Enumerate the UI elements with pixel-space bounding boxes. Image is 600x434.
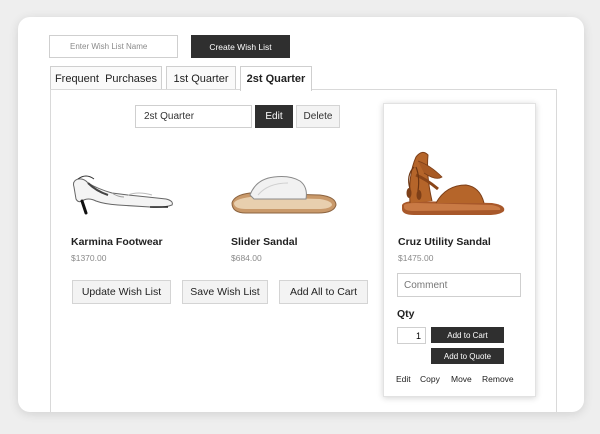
wishlist-name-input[interactable]: [49, 35, 178, 58]
product-name[interactable]: Karmina Footwear: [71, 236, 163, 248]
comment-field[interactable]: [397, 273, 521, 297]
remove-link[interactable]: Remove: [482, 374, 514, 384]
product-image-slider-sandal[interactable]: [228, 169, 340, 217]
product-price: $1370.00: [71, 253, 107, 263]
product-price: $684.00: [231, 253, 262, 263]
add-to-quote-button[interactable]: Add to Quote: [431, 348, 504, 364]
create-wishlist-button[interactable]: Create Wish List: [191, 35, 290, 58]
add-all-to-cart-button[interactable]: Add All to Cart: [279, 280, 368, 304]
tab-2st-quarter[interactable]: 2st Quarter: [240, 66, 312, 91]
move-link[interactable]: Move: [451, 374, 472, 384]
add-to-cart-button[interactable]: Add to Cart: [431, 327, 504, 343]
tab-1st-quarter[interactable]: 1st Quarter: [166, 66, 236, 90]
product-image-karmina-footwear[interactable]: [68, 167, 180, 215]
update-wishlist-button[interactable]: Update Wish List: [72, 280, 171, 304]
edit-link[interactable]: Edit: [396, 374, 411, 384]
tab-frequent-purchases[interactable]: Frequent Purchases: [50, 66, 162, 90]
featured-product-price: $1475.00: [398, 253, 434, 263]
product-name[interactable]: Slider Sandal: [231, 236, 298, 248]
edit-list-button[interactable]: Edit: [255, 105, 293, 128]
wishlist-card: Create Wish List Frequent Purchases 1st …: [18, 17, 584, 412]
qty-input[interactable]: [397, 327, 426, 344]
qty-label: Qty: [397, 308, 415, 320]
list-name-field[interactable]: [135, 105, 252, 128]
copy-link[interactable]: Copy: [420, 374, 440, 384]
save-wishlist-button[interactable]: Save Wish List: [182, 280, 268, 304]
featured-product-name[interactable]: Cruz Utility Sandal: [398, 236, 491, 248]
product-image-cruz-utility-sandal[interactable]: [396, 145, 508, 219]
delete-list-button[interactable]: Delete: [296, 105, 340, 128]
